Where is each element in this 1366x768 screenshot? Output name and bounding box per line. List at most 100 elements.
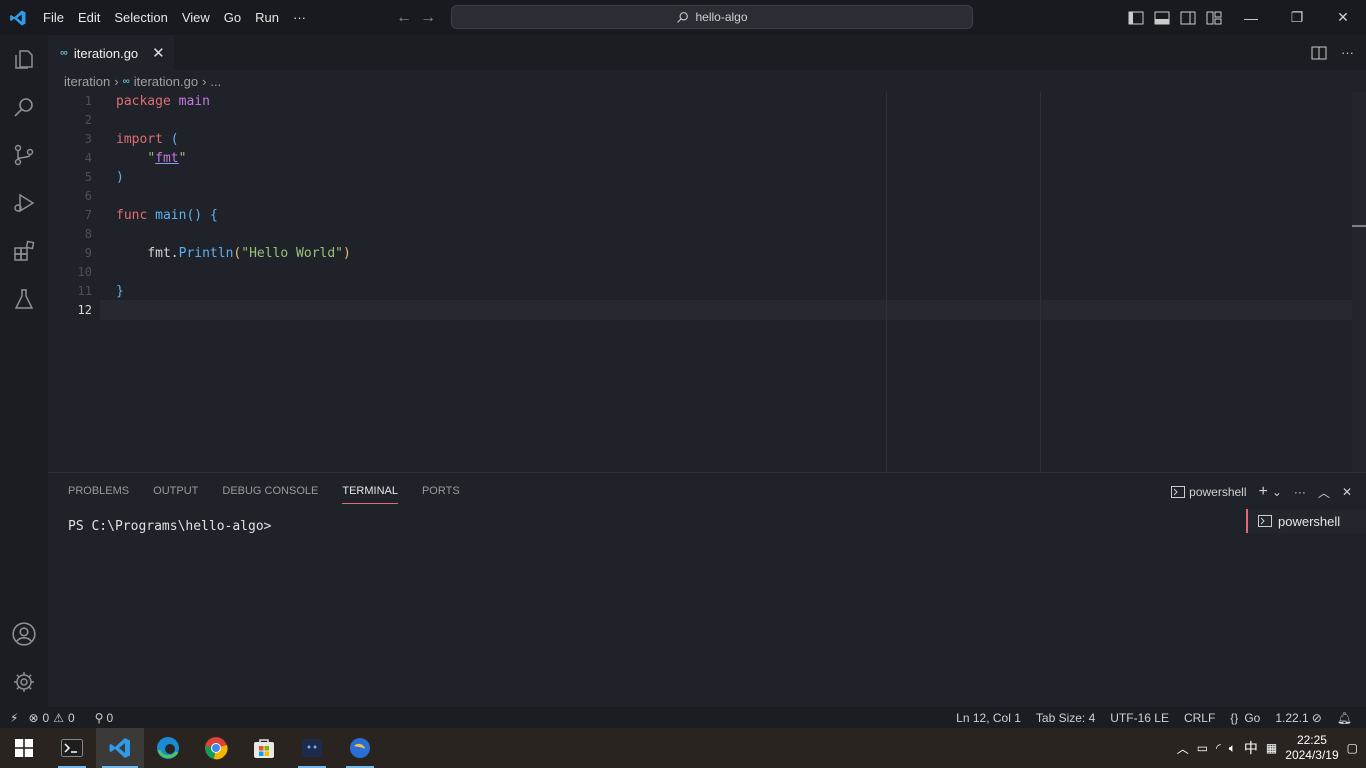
game-app-icon[interactable] (288, 728, 336, 768)
menu-edit[interactable]: Edit (71, 0, 107, 35)
source-control-icon[interactable] (0, 131, 48, 179)
line-endings[interactable]: CRLF (1184, 711, 1215, 725)
minimize-icon[interactable]: — (1228, 0, 1274, 35)
notifications-bell-icon[interactable]: 🔔︎ (1337, 711, 1352, 725)
run-debug-icon[interactable] (0, 179, 48, 227)
search-icon (677, 11, 689, 23)
encoding[interactable]: UTF-16 LE (1110, 711, 1169, 725)
accounts-icon[interactable] (0, 610, 48, 658)
toggle-panel-icon[interactable] (1152, 8, 1172, 28)
tab-iteration-go[interactable]: ∞ iteration.go ✕ (48, 35, 174, 70)
code-editor[interactable]: package main import ( "fmt" ) func main(… (116, 92, 1346, 320)
code-line: "fmt" (116, 149, 1346, 168)
notifications-icon[interactable]: ▢ (1347, 741, 1358, 755)
toggle-primary-sidebar-icon[interactable] (1126, 8, 1146, 28)
forward-arrow-icon[interactable]: → (420, 9, 436, 27)
clock[interactable]: 22:25 2024/3/19 (1285, 733, 1338, 763)
function-call: Println (178, 246, 234, 261)
wifi-icon[interactable]: ◜ (1216, 741, 1221, 755)
testing-icon[interactable] (0, 275, 48, 323)
menu-run[interactable]: Run (248, 0, 286, 35)
line-number: 10 (77, 265, 92, 279)
pin-icon: ⊘ (1311, 710, 1322, 725)
back-arrow-icon[interactable]: ← (396, 9, 412, 27)
menu-selection[interactable]: Selection (107, 0, 174, 35)
code-line: package main (116, 92, 1346, 111)
more-actions-icon[interactable]: ··· (1341, 45, 1354, 60)
customize-layout-icon[interactable] (1204, 8, 1224, 28)
tab-problems[interactable]: PROBLEMS (68, 485, 129, 504)
terminal-prompt[interactable]: PS C:\Programs\hello-algo> (68, 519, 272, 534)
close-tab-icon[interactable]: ✕ (152, 44, 165, 62)
chevron-down-icon[interactable]: ⌄ (1272, 485, 1282, 499)
store-app-icon[interactable] (240, 728, 288, 768)
chevron-right-icon: › (202, 73, 207, 89)
go-version[interactable]: 1.22.1 ⊘ (1275, 711, 1321, 725)
new-terminal-icon[interactable]: + (1259, 483, 1268, 501)
tab-debug-console[interactable]: DEBUG CONSOLE (222, 485, 318, 504)
close-window-icon[interactable]: ✕ (1320, 0, 1366, 35)
close-panel-icon[interactable]: ✕ (1342, 485, 1352, 499)
search-icon[interactable] (0, 83, 48, 131)
warning-count: 0 (67, 710, 75, 725)
menu-view[interactable]: View (175, 0, 217, 35)
menu-go[interactable]: Go (217, 0, 248, 35)
volume-icon[interactable]: 🔈︎ (1229, 741, 1236, 756)
shell-name[interactable]: powershell (1189, 485, 1246, 499)
keyword: func (116, 208, 148, 223)
show-hidden-icons-icon[interactable]: ︿ (1177, 740, 1189, 757)
maximize-panel-icon[interactable]: ︿ (1318, 484, 1330, 501)
line-number: 3 (84, 132, 92, 146)
code-line: fmt.Println("Hello World") (116, 244, 1346, 263)
menu-file[interactable]: File (36, 0, 71, 35)
tab-terminal[interactable]: TERMINAL (342, 485, 398, 504)
ime-mode-icon[interactable]: ▦ (1266, 741, 1277, 755)
battery-icon[interactable]: ▭ (1197, 741, 1208, 755)
toggle-secondary-sidebar-icon[interactable] (1178, 8, 1198, 28)
more-actions-icon[interactable]: ··· (1294, 485, 1306, 499)
command-center[interactable]: hello-algo (451, 5, 973, 29)
manage-gear-icon[interactable] (0, 658, 48, 706)
explorer-icon[interactable] (0, 35, 48, 83)
indentation[interactable]: Tab Size: 4 (1036, 711, 1095, 725)
line-number: 8 (84, 227, 92, 241)
code-line: } (116, 282, 1346, 301)
terminal-app-icon[interactable] (48, 728, 96, 768)
clock-date: 2024/3/19 (1285, 748, 1339, 762)
edge-app-icon[interactable] (144, 728, 192, 768)
error-count: 0 (42, 710, 50, 725)
function-name: main (155, 208, 187, 223)
extensions-icon[interactable] (0, 227, 48, 275)
breadcrumb-file[interactable]: iteration.go (134, 74, 198, 89)
ports-indicator[interactable]: ⚲ 0 (95, 711, 113, 725)
bottom-panel: PROBLEMS OUTPUT DEBUG CONSOLE TERMINAL P… (48, 472, 1366, 707)
split-editor-icon[interactable] (1311, 46, 1327, 60)
tab-ports[interactable]: PORTS (422, 485, 460, 504)
problems-indicator[interactable]: ⊗ 0 ⚠ 0 (28, 711, 74, 725)
cursor-position[interactable]: Ln 12, Col 1 (956, 711, 1021, 725)
line-number-active: 12 (77, 303, 92, 317)
ime-indicator[interactable]: 中 (1244, 738, 1258, 758)
nav-arrows: ← → (396, 0, 436, 35)
line-number: 7 (84, 208, 92, 222)
system-tray: ︿ ▭ ◜ 🔈︎ 中 ▦ 22:25 2024/3/19 ▢ (1177, 728, 1366, 768)
activity-bar (0, 35, 48, 707)
language-mode[interactable]: {} Go (1230, 711, 1260, 725)
terminal-list-item[interactable]: powershell (1246, 509, 1366, 533)
error-icon: ⊗ (28, 710, 39, 725)
line-number: 9 (84, 246, 92, 260)
restore-icon[interactable]: ❐ (1274, 0, 1320, 35)
breadcrumb-folder[interactable]: iteration (64, 74, 110, 89)
editor-scrollbar[interactable] (1352, 92, 1366, 472)
chrome-app-icon[interactable] (192, 728, 240, 768)
panel-actions: powershell + ⌄ ··· ︿ ✕ (1171, 483, 1352, 501)
tab-output[interactable]: OUTPUT (153, 485, 198, 504)
windows-start-icon[interactable] (0, 728, 48, 768)
panel-tabs: PROBLEMS OUTPUT DEBUG CONSOLE TERMINAL P… (68, 485, 460, 504)
app-icon[interactable] (336, 728, 384, 768)
vscode-app-icon[interactable] (96, 728, 144, 768)
breadcrumb-symbol[interactable]: ... (210, 74, 221, 89)
menu-more[interactable]: ··· (286, 0, 313, 35)
remote-icon[interactable]: ⚡ (10, 711, 18, 725)
